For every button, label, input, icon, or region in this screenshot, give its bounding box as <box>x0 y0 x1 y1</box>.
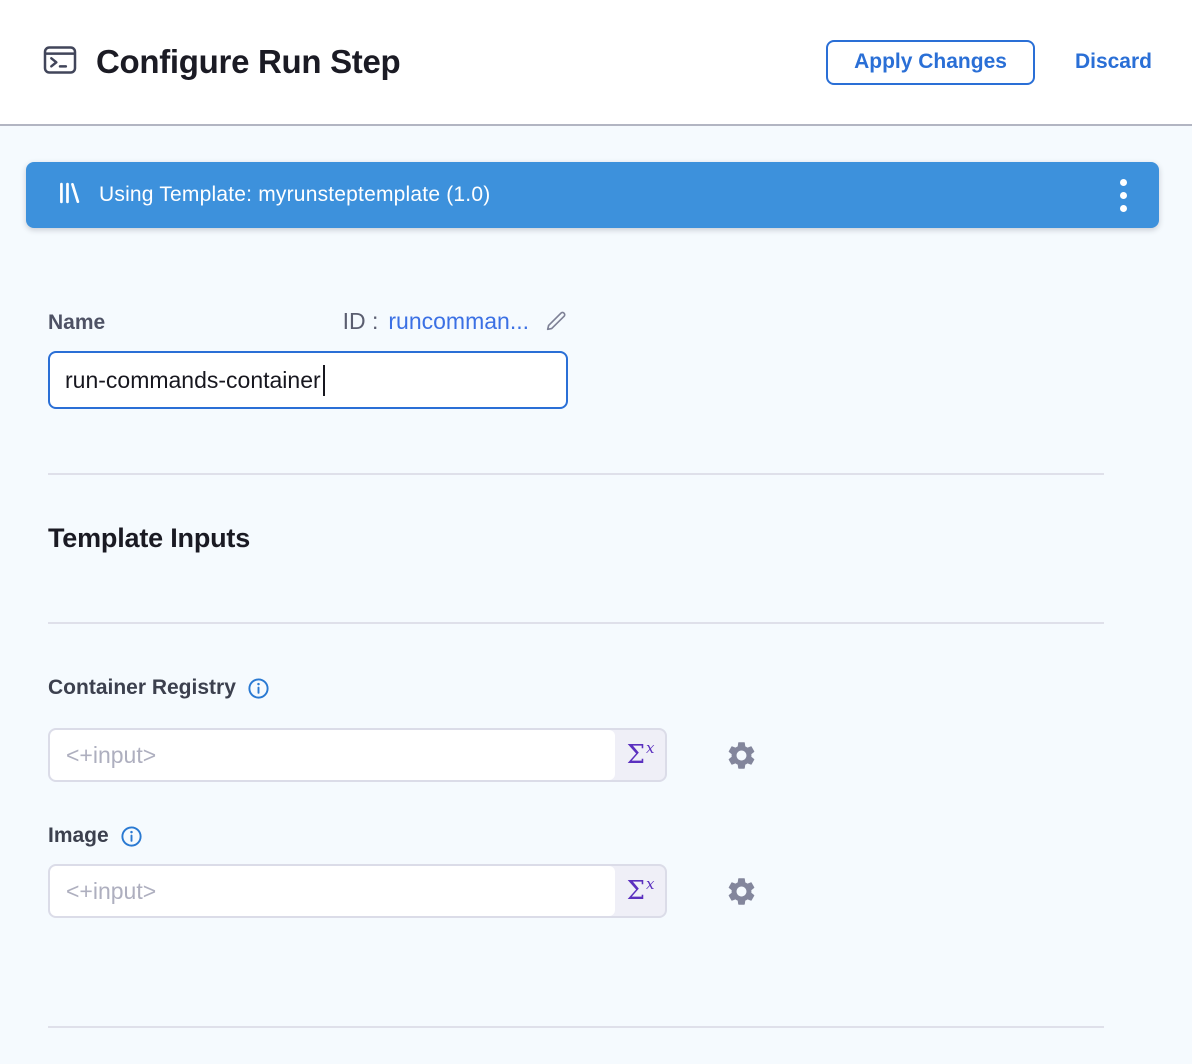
id-prefix-label: ID : <box>343 308 379 335</box>
section-divider <box>48 1026 1104 1028</box>
gear-icon[interactable] <box>725 875 758 908</box>
image-input[interactable] <box>50 866 615 916</box>
step-id-group: ID : runcomman... <box>343 308 568 335</box>
panel-header: Configure Run Step Apply Changes Discard <box>0 0 1192 126</box>
expression-type-button[interactable]: Σx <box>615 866 665 916</box>
info-icon[interactable] <box>247 677 270 700</box>
container-registry-label: Container Registry <box>48 676 236 700</box>
container-registry-input-shell: Σx <box>48 728 667 782</box>
terminal-run-step-icon <box>40 40 80 85</box>
container-registry-label-row: Container Registry <box>48 676 1104 700</box>
image-label-row: Image <box>48 824 1104 848</box>
name-input[interactable]: run-commands-container <box>48 351 568 409</box>
text-caret <box>323 365 325 396</box>
header-actions: Apply Changes Discard <box>826 40 1152 85</box>
gear-icon[interactable] <box>725 739 758 772</box>
discard-button[interactable]: Discard <box>1075 50 1152 74</box>
kebab-menu-icon[interactable] <box>1116 173 1131 218</box>
image-label: Image <box>48 824 109 848</box>
image-input-shell: Σx <box>48 864 667 918</box>
template-banner-label: Using Template: myrunsteptemplate (1.0) <box>99 183 490 207</box>
template-banner[interactable]: Using Template: myrunsteptemplate (1.0) <box>26 162 1159 228</box>
apply-changes-button[interactable]: Apply Changes <box>826 40 1035 85</box>
name-label: Name <box>48 311 105 335</box>
edit-pencil-icon[interactable] <box>543 309 568 334</box>
form-content: Name ID : runcomman... run-commands-cont… <box>48 308 1104 1028</box>
template-inputs-heading: Template Inputs <box>48 523 1104 554</box>
configure-run-step-panel: Configure Run Step Apply Changes Discard… <box>0 0 1192 1064</box>
container-registry-input[interactable] <box>50 730 615 780</box>
template-library-icon <box>56 180 82 211</box>
name-input-value: run-commands-container <box>65 367 321 394</box>
info-icon[interactable] <box>120 825 143 848</box>
section-divider <box>48 622 1104 624</box>
container-registry-row: Σx <box>48 728 1104 782</box>
header-title-group: Configure Run Step <box>40 40 400 85</box>
section-divider <box>48 473 1104 475</box>
image-row: Σx <box>48 864 1104 918</box>
expression-type-button[interactable]: Σx <box>615 730 665 780</box>
page-title: Configure Run Step <box>96 43 400 81</box>
id-value-link[interactable]: runcomman... <box>388 308 529 335</box>
name-header-row: Name ID : runcomman... <box>48 308 568 335</box>
